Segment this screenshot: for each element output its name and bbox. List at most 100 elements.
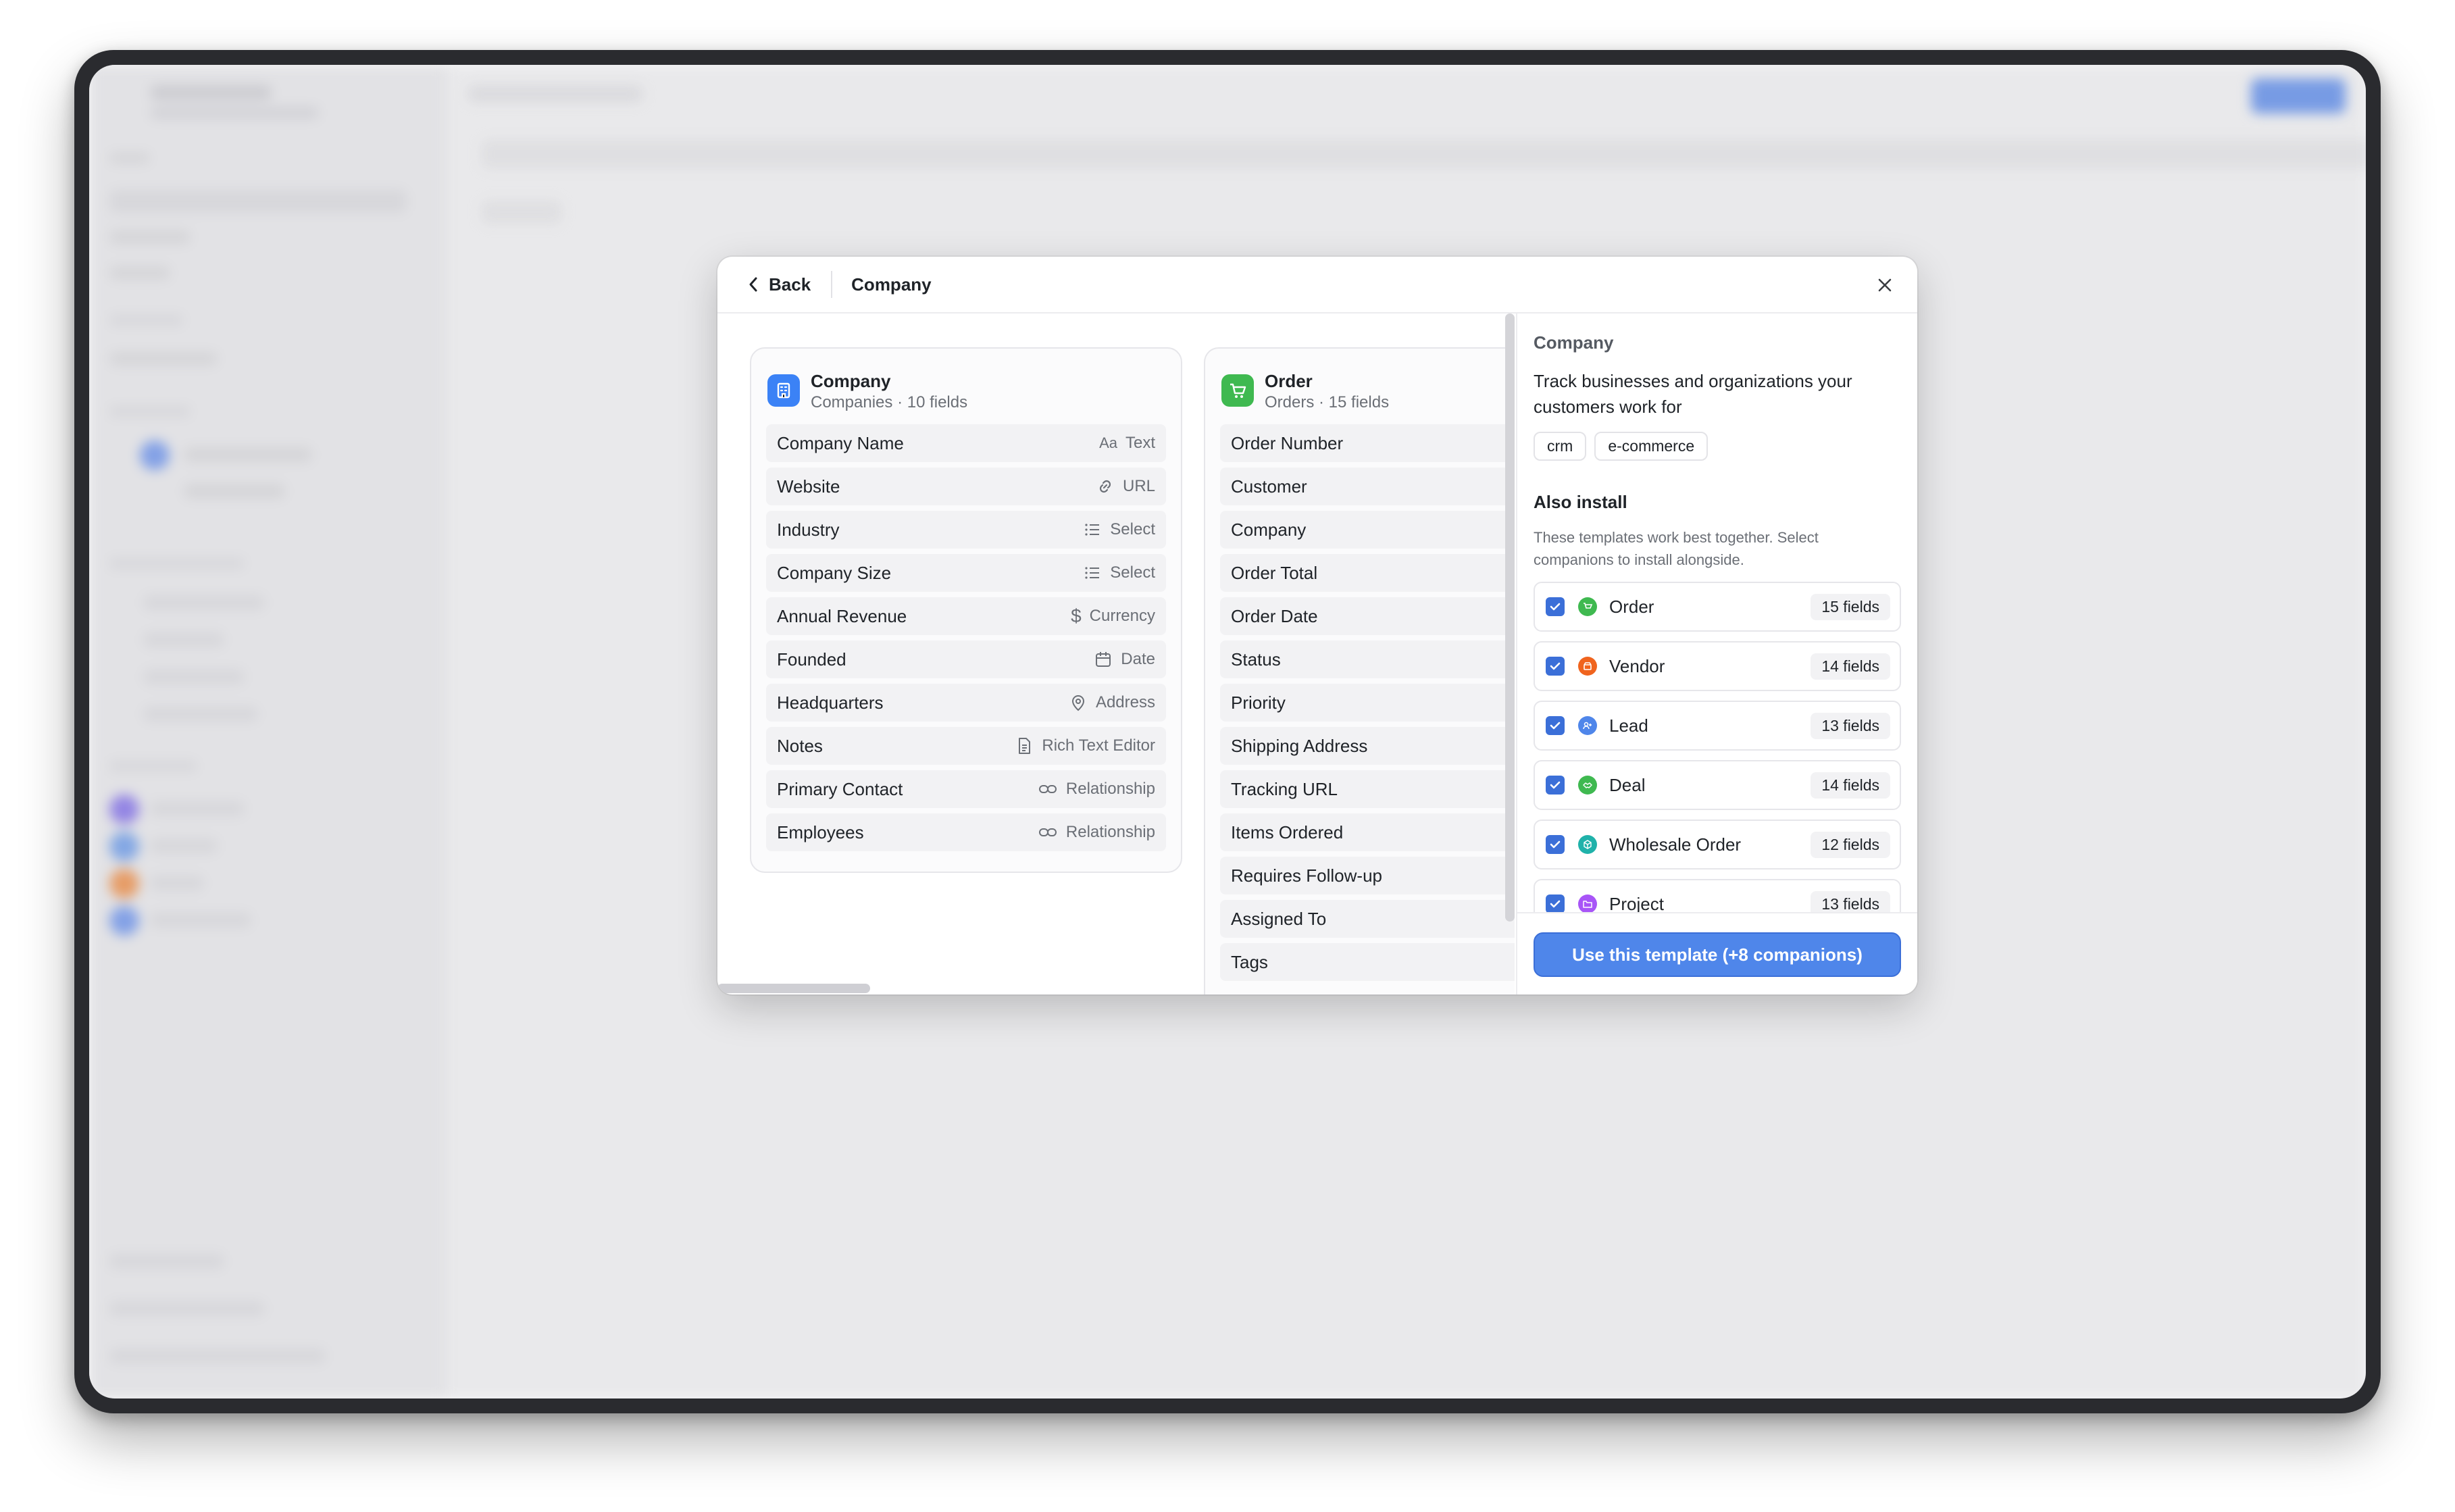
companion-name: Deal <box>1609 774 1646 795</box>
companion-checkbox[interactable] <box>1546 835 1565 854</box>
calendar-icon <box>1096 652 1111 667</box>
field-row: Company Name Aa Text <box>766 424 1166 462</box>
back-button[interactable]: Back <box>747 274 811 295</box>
companion-item-vendor[interactable]: Vendor 14 fields <box>1534 641 1901 691</box>
field-row: Requires Follow-up <box>1220 857 1515 894</box>
template-tags: crm e-commerce <box>1534 432 1901 461</box>
companion-checkbox[interactable] <box>1546 894 1565 913</box>
field-name: Shipping Address <box>1231 735 1368 756</box>
companion-item-lead[interactable]: Lead 13 fields <box>1534 701 1901 751</box>
field-name: Employees <box>777 822 864 842</box>
field-row: Headquarters Address <box>766 684 1166 722</box>
order-card-title: Order <box>1265 371 1313 391</box>
relationship-icon <box>1038 785 1057 793</box>
companion-field-count: 13 fields <box>1811 712 1890 739</box>
company-card-title: Company <box>811 371 891 391</box>
companion-item-wholesale-order[interactable]: Wholesale Order 12 fields <box>1534 820 1901 870</box>
also-install-description: These templates work best together. Sele… <box>1534 529 1819 568</box>
companion-item-deal[interactable]: Deal 14 fields <box>1534 760 1901 810</box>
modal-title: Company <box>851 274 932 295</box>
company-field-list: Company Name Aa Text Website URL Industry… <box>751 424 1181 851</box>
template-details-panel: Company Track businesses and organizatio… <box>1516 313 1917 994</box>
document-icon <box>1019 738 1031 754</box>
field-name: Primary Contact <box>777 778 903 799</box>
companion-checkbox[interactable] <box>1546 597 1565 616</box>
device-frame: Back Company Company Companies · 10 fiel… <box>74 50 2381 1413</box>
check-icon <box>1550 840 1561 849</box>
template-description: Track businesses and organizations your … <box>1534 371 1852 417</box>
companion-name: Vendor <box>1609 655 1665 676</box>
field-name: Items Ordered <box>1231 822 1344 842</box>
field-row: Annual Revenue $ Currency <box>766 597 1166 635</box>
field-row: Company Size Select <box>766 554 1166 592</box>
companion-list[interactable]: Order 15 fields Vendor 14 fields Lead 13… <box>1534 582 1901 919</box>
close-icon <box>1878 278 1892 292</box>
field-name: Order Total <box>1231 562 1318 583</box>
check-icon <box>1550 781 1561 789</box>
company-card-subtitle: Companies · 10 fields <box>811 393 968 411</box>
companion-name: Order <box>1609 596 1654 617</box>
companion-name: Wholesale Order <box>1609 834 1742 855</box>
field-row: Tags <box>1220 943 1515 981</box>
field-name: Industry <box>777 519 840 540</box>
check-icon <box>1550 662 1561 670</box>
template-preview-modal: Back Company Company Companies · 10 fiel… <box>717 257 1917 994</box>
companion-checkbox[interactable] <box>1546 776 1565 795</box>
handshake-icon <box>1578 776 1597 795</box>
company-object-card: Company Companies · 10 fields Company Na… <box>750 347 1182 873</box>
field-name: Website <box>777 476 840 497</box>
field-type: Relationship <box>1065 780 1155 798</box>
field-name: Status <box>1231 649 1281 670</box>
list-icon <box>1085 524 1100 536</box>
object-preview-area[interactable]: Company Companies · 10 fields Company Na… <box>717 313 1515 994</box>
field-row: Notes Rich Text Editor <box>766 727 1166 765</box>
back-label: Back <box>769 274 811 295</box>
field-type: Address <box>1095 693 1155 711</box>
field-row: Order Total <box>1220 554 1515 592</box>
field-name: Assigned To <box>1231 908 1327 929</box>
companion-item-order[interactable]: Order 15 fields <box>1534 582 1901 632</box>
companion-checkbox[interactable] <box>1546 657 1565 676</box>
companion-checkbox[interactable] <box>1546 716 1565 735</box>
companion-field-count: 14 fields <box>1811 653 1890 680</box>
cart-icon <box>1578 597 1597 616</box>
check-icon <box>1550 722 1561 730</box>
field-name: Tags <box>1231 951 1268 972</box>
field-row: Assigned To <box>1220 900 1515 938</box>
vertical-scrollbar[interactable] <box>1505 313 1515 922</box>
field-type: Rich Text Editor <box>1042 736 1155 755</box>
relationship-icon <box>1038 828 1057 836</box>
building-icon <box>767 374 800 407</box>
field-row: Tracking URL <box>1220 770 1515 808</box>
field-name: Founded <box>777 649 846 670</box>
box-icon <box>1578 835 1597 854</box>
field-name: Order Date <box>1231 605 1318 626</box>
tag: e-commerce <box>1594 432 1709 461</box>
field-row: Shipping Address <box>1220 727 1515 765</box>
text-type-icon: Aa <box>1099 434 1117 451</box>
horizontal-scrollbar[interactable] <box>717 984 870 993</box>
field-row: Priority <box>1220 684 1515 722</box>
order-card-subtitle: Orders · 15 fields <box>1265 393 1390 411</box>
chevron-left-icon <box>749 277 757 292</box>
store-icon <box>1578 657 1597 676</box>
field-type: Date <box>1121 650 1155 668</box>
close-button[interactable] <box>1871 272 1898 299</box>
map-pin-icon <box>1071 695 1084 711</box>
field-name: Customer <box>1231 476 1307 497</box>
template-name: Company <box>1534 332 1614 353</box>
field-row: Items Ordered <box>1220 813 1515 851</box>
link-icon <box>1099 480 1111 493</box>
field-name: Company Name <box>777 432 904 453</box>
field-type: Select <box>1110 563 1155 582</box>
field-row: Order Date <box>1220 597 1515 635</box>
header-divider <box>831 271 833 298</box>
field-name: Headquarters <box>777 692 884 713</box>
field-type: Relationship <box>1065 823 1155 841</box>
use-template-button[interactable]: Use this template (+8 companions) <box>1534 932 1901 977</box>
field-name: Requires Follow-up <box>1231 865 1382 886</box>
field-row: Founded Date <box>766 640 1166 678</box>
field-row: Company <box>1220 511 1515 549</box>
field-name: Annual Revenue <box>777 605 907 626</box>
field-name: Order Number <box>1231 432 1344 453</box>
